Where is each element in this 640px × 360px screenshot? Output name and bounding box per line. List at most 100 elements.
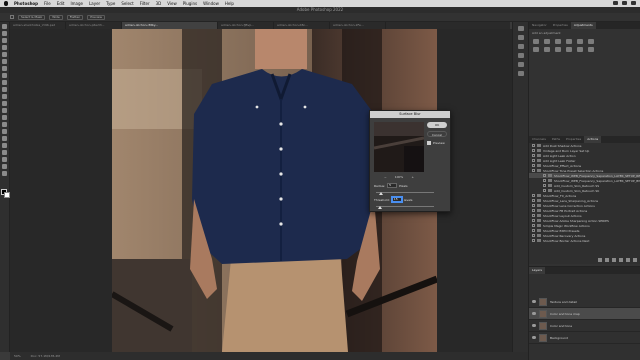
toggle-checkbox-icon[interactable]: [532, 204, 535, 207]
path-select-tool-icon[interactable]: [2, 143, 7, 148]
menu-3d[interactable]: 3D: [156, 1, 162, 6]
clone-stamp-tool-icon[interactable]: [2, 87, 7, 92]
history-brush-tool-icon[interactable]: [2, 94, 7, 99]
new-set-icon[interactable]: [619, 258, 623, 262]
tab-layers[interactable]: Layers: [529, 267, 545, 274]
more-tools-icon[interactable]: [2, 171, 7, 176]
tab-properties[interactable]: Properties: [550, 22, 571, 29]
apple-icon[interactable]: [4, 1, 8, 6]
wide-option[interactable]: Wide: [49, 14, 63, 20]
eraser-tool-icon[interactable]: [2, 101, 7, 106]
toggle-checkbox-icon[interactable]: [532, 234, 535, 237]
document-tab[interactable]: adrien-sherkhobia_Vr96.psd: [10, 22, 66, 29]
radius-slider[interactable]: [376, 192, 434, 193]
shape-tool-icon[interactable]: [2, 150, 7, 155]
tab-paths[interactable]: Paths: [549, 136, 563, 143]
exposure-icon[interactable]: [566, 39, 572, 44]
toggle-checkbox-icon[interactable]: [532, 144, 535, 147]
ok-button[interactable]: OK: [427, 122, 447, 128]
visibility-eye-icon[interactable]: [532, 300, 536, 303]
pen-tool-icon[interactable]: [2, 129, 7, 134]
color-lookup-icon[interactable]: [577, 47, 583, 52]
layer-row[interactable]: Color and tone map: [529, 308, 640, 320]
hue-saturation-icon[interactable]: [588, 39, 594, 44]
cancel-button[interactable]: Cancel: [427, 131, 447, 137]
document-tab-active[interactable]: adrien-olichon-r8tby...: [122, 22, 218, 29]
play-icon[interactable]: [612, 258, 616, 262]
menu-file[interactable]: File: [44, 1, 51, 6]
toggle-checkbox-icon[interactable]: [543, 184, 546, 187]
brightness-contrast-icon[interactable]: [533, 39, 539, 44]
tab-properties-2[interactable]: Properties: [563, 136, 584, 143]
menu-layer[interactable]: Layer: [89, 1, 100, 6]
curves-icon[interactable]: [555, 39, 561, 44]
frame-tool-icon[interactable]: [2, 59, 7, 64]
threshold-slider-handle[interactable]: [378, 206, 382, 209]
move-tool-icon[interactable]: [2, 24, 7, 29]
brush-tool-icon[interactable]: [2, 80, 7, 85]
toggle-checkbox-icon[interactable]: [532, 224, 535, 227]
action-item[interactable]: ShootFlow Border Actions Next: [529, 238, 640, 243]
toggle-checkbox-icon[interactable]: [532, 169, 535, 172]
tab-navigator[interactable]: Navigator: [529, 22, 550, 29]
toggle-checkbox-icon[interactable]: [532, 154, 535, 157]
menu-type[interactable]: Type: [106, 1, 115, 6]
quick-select-tool-icon[interactable]: [2, 45, 7, 50]
brush-settings-icon[interactable]: [517, 44, 524, 49]
zoom-tool-icon[interactable]: [2, 164, 7, 169]
toggle-checkbox-icon[interactable]: [532, 229, 535, 232]
radius-slider-handle[interactable]: [379, 192, 383, 195]
toggle-checkbox-icon[interactable]: [543, 189, 546, 192]
invert-icon[interactable]: [588, 47, 594, 52]
preview-option[interactable]: Preview: [87, 14, 105, 20]
zoom-level[interactable]: 50%: [14, 354, 21, 358]
zoom-out-button[interactable]: −: [384, 175, 387, 179]
marquee-tool-icon[interactable]: [2, 31, 7, 36]
document-tab[interactable]: adrien-olichon-p6w33...: [66, 22, 122, 29]
layer-row[interactable]: Color and tone: [529, 320, 640, 332]
toggle-checkbox-icon[interactable]: [532, 239, 535, 242]
document-tab[interactable]: adrien-olichon-fJBvp...: [218, 22, 274, 29]
filter-preview[interactable]: [374, 122, 424, 172]
threshold-input[interactable]: 15: [391, 197, 402, 202]
menu-image[interactable]: Image: [70, 1, 83, 6]
eyedropper-tool-icon[interactable]: [2, 66, 7, 71]
menu-window[interactable]: Window: [203, 1, 219, 6]
toggle-checkbox-icon[interactable]: [543, 174, 546, 177]
swatches-icon[interactable]: [517, 53, 524, 58]
wifi-icon[interactable]: [613, 1, 618, 5]
menu-plugins[interactable]: Plugins: [183, 1, 197, 6]
visibility-eye-icon[interactable]: [532, 324, 536, 327]
threshold-slider[interactable]: [376, 206, 434, 207]
tool-preset-icon[interactable]: [10, 15, 14, 19]
document-tab[interactable]: adrien-olichon-X8n...: [274, 22, 330, 29]
visibility-eye-icon[interactable]: [532, 312, 536, 315]
radius-input[interactable]: 5: [387, 183, 398, 188]
document-tab[interactable]: adrien-olichon-2Fe...: [330, 22, 386, 29]
toggle-checkbox-icon[interactable]: [532, 194, 535, 197]
toggle-checkbox-icon[interactable]: [532, 214, 535, 217]
menu-select[interactable]: Select: [121, 1, 133, 6]
checkbox-icon[interactable]: [427, 141, 431, 145]
zoom-in-button[interactable]: +: [411, 175, 414, 179]
menu-view[interactable]: View: [167, 1, 177, 6]
photo-filter-icon[interactable]: [555, 47, 561, 52]
type-tool-icon[interactable]: [2, 136, 7, 141]
tab-actions[interactable]: Actions: [584, 136, 602, 143]
battery-icon[interactable]: [622, 1, 627, 5]
preview-checkbox[interactable]: Preview: [427, 141, 445, 145]
gradient-tool-icon[interactable]: [2, 108, 7, 113]
color-balance-icon[interactable]: [533, 47, 539, 52]
toggle-checkbox-icon[interactable]: [532, 209, 535, 212]
toggle-checkbox-icon[interactable]: [532, 164, 535, 167]
menu-filter[interactable]: Filter: [140, 1, 150, 6]
toggle-checkbox-icon[interactable]: [543, 179, 546, 182]
tab-channels[interactable]: Channels: [529, 136, 549, 143]
visibility-eye-icon[interactable]: [532, 336, 536, 339]
trash-icon[interactable]: [633, 258, 637, 262]
hand-tool-icon[interactable]: [2, 157, 7, 162]
record-icon[interactable]: [605, 258, 609, 262]
menu-help[interactable]: Help: [225, 1, 234, 6]
stop-icon[interactable]: [598, 258, 602, 262]
dodge-tool-icon[interactable]: [2, 122, 7, 127]
